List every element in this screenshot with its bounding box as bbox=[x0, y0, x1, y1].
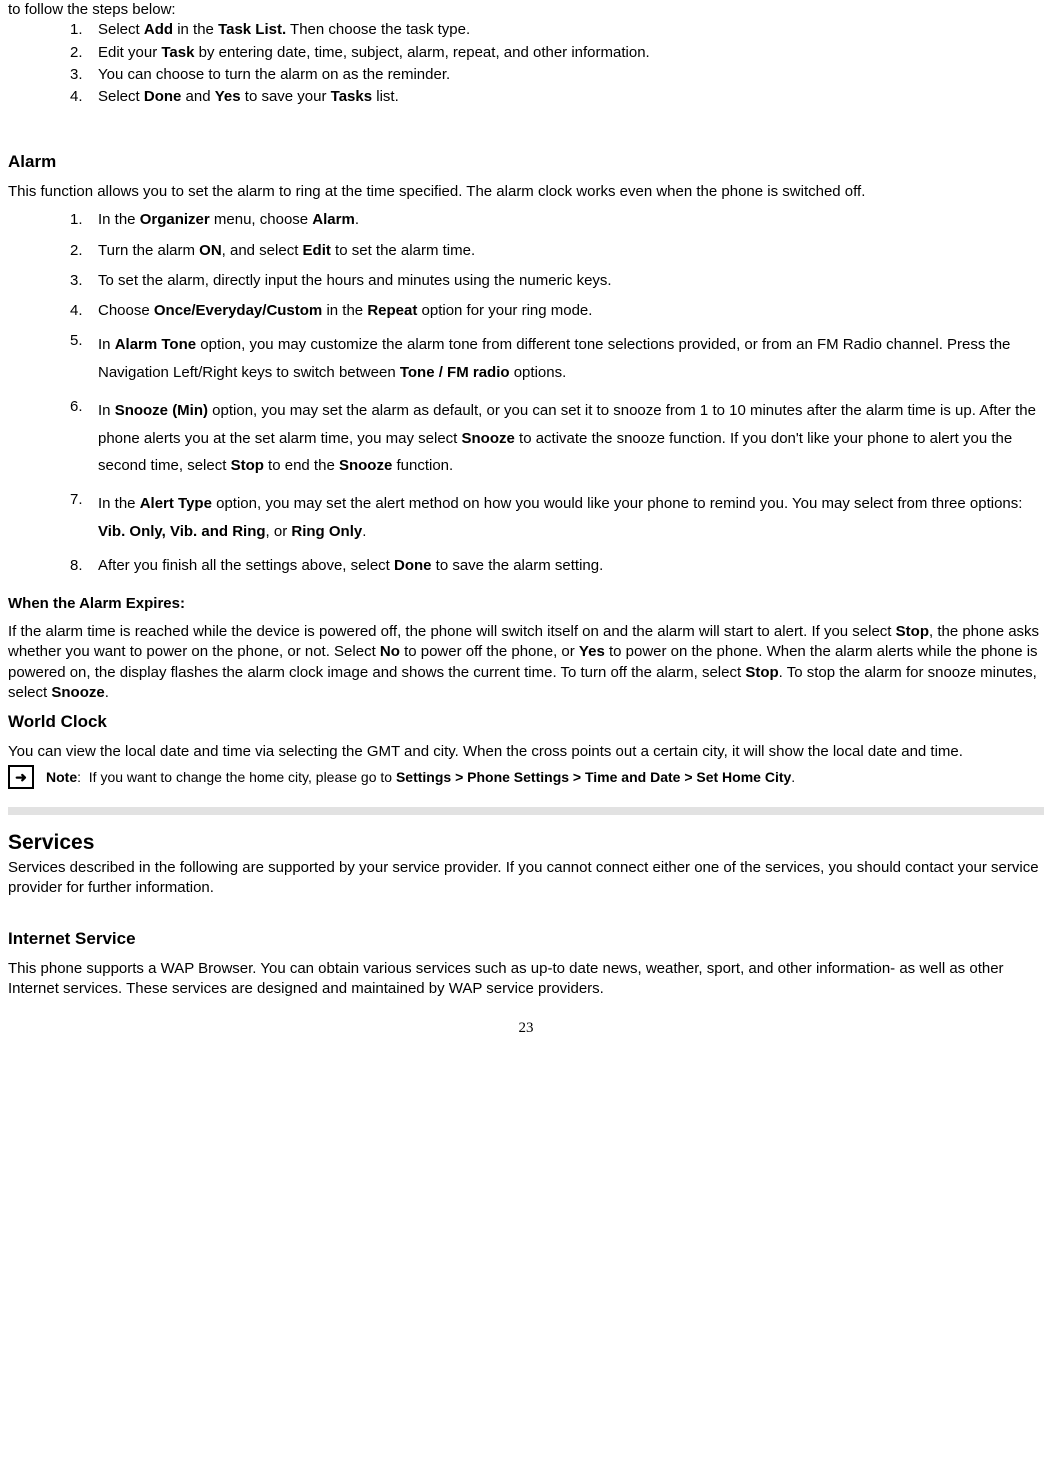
alarm-heading: Alarm bbox=[8, 151, 1044, 174]
list-text: In the Organizer menu, choose Alarm. bbox=[98, 210, 1044, 230]
list-text: In Alarm Tone option, you may customize … bbox=[98, 331, 1044, 387]
note-text: Note: If you want to change the home cit… bbox=[46, 768, 795, 787]
list-text: In Snooze (Min) option, you may set the … bbox=[98, 397, 1044, 480]
list-text: After you finish all the settings above,… bbox=[98, 556, 1044, 576]
list-item: 6. In Snooze (Min) option, you may set t… bbox=[70, 397, 1044, 480]
alarm-intro: This function allows you to set the alar… bbox=[8, 182, 1044, 202]
list-text: Select Add in the Task List. Then choose… bbox=[98, 20, 1044, 40]
list-text: Select Done and Yes to save your Tasks l… bbox=[98, 87, 1044, 107]
alarm-expire-text: If the alarm time is reached while the d… bbox=[8, 622, 1044, 703]
internet-service-heading: Internet Service bbox=[8, 928, 1044, 951]
list-text: Edit your Task by entering date, time, s… bbox=[98, 43, 1044, 63]
arrow-icon: ➜ bbox=[8, 765, 34, 789]
list-item: 8. After you finish all the settings abo… bbox=[70, 556, 1044, 576]
list-item: 2. Edit your Task by entering date, time… bbox=[70, 43, 1044, 63]
services-heading: Services bbox=[8, 829, 1044, 857]
list-text: In the Alert Type option, you may set th… bbox=[98, 490, 1044, 546]
list-number: 5. bbox=[70, 331, 98, 387]
list-item: 1. In the Organizer menu, choose Alarm. bbox=[70, 210, 1044, 230]
list-item: 4. Choose Once/Everyday/Custom in the Re… bbox=[70, 301, 1044, 321]
world-clock-text: You can view the local date and time via… bbox=[8, 742, 1044, 762]
services-text: Services described in the following are … bbox=[8, 858, 1044, 899]
list-item: 1. Select Add in the Task List. Then cho… bbox=[70, 20, 1044, 40]
intro-line: to follow the steps below: bbox=[8, 0, 1044, 20]
page-number: 23 bbox=[8, 1018, 1044, 1038]
list-number: 7. bbox=[70, 490, 98, 546]
list-item: 4. Select Done and Yes to save your Task… bbox=[70, 87, 1044, 107]
list-number: 3. bbox=[70, 65, 98, 85]
list-text: Choose Once/Everyday/Custom in the Repea… bbox=[98, 301, 1044, 321]
list-number: 3. bbox=[70, 271, 98, 291]
internet-service-text: This phone supports a WAP Browser. You c… bbox=[8, 959, 1044, 1000]
list-number: 8. bbox=[70, 556, 98, 576]
list-item: 2. Turn the alarm ON, and select Edit to… bbox=[70, 241, 1044, 261]
task-steps-list: 1. Select Add in the Task List. Then cho… bbox=[8, 20, 1044, 107]
list-number: 4. bbox=[70, 301, 98, 321]
list-number: 4. bbox=[70, 87, 98, 107]
alarm-steps-list: 1. In the Organizer menu, choose Alarm. … bbox=[8, 210, 1044, 576]
list-number: 1. bbox=[70, 210, 98, 230]
list-number: 2. bbox=[70, 43, 98, 63]
list-text: Turn the alarm ON, and select Edit to se… bbox=[98, 241, 1044, 261]
list-text: You can choose to turn the alarm on as t… bbox=[98, 65, 1044, 85]
list-number: 6. bbox=[70, 397, 98, 480]
list-number: 1. bbox=[70, 20, 98, 40]
list-item: 3. To set the alarm, directly input the … bbox=[70, 271, 1044, 291]
world-clock-heading: World Clock bbox=[8, 711, 1044, 734]
list-item: 3. You can choose to turn the alarm on a… bbox=[70, 65, 1044, 85]
list-number: 2. bbox=[70, 241, 98, 261]
list-text: To set the alarm, directly input the hou… bbox=[98, 271, 1044, 291]
list-item: 5. In Alarm Tone option, you may customi… bbox=[70, 331, 1044, 387]
section-divider bbox=[8, 807, 1044, 815]
note-row: ➜ Note: If you want to change the home c… bbox=[8, 765, 1044, 789]
alarm-expire-heading: When the Alarm Expires: bbox=[8, 594, 1044, 614]
list-item: 7. In the Alert Type option, you may set… bbox=[70, 490, 1044, 546]
